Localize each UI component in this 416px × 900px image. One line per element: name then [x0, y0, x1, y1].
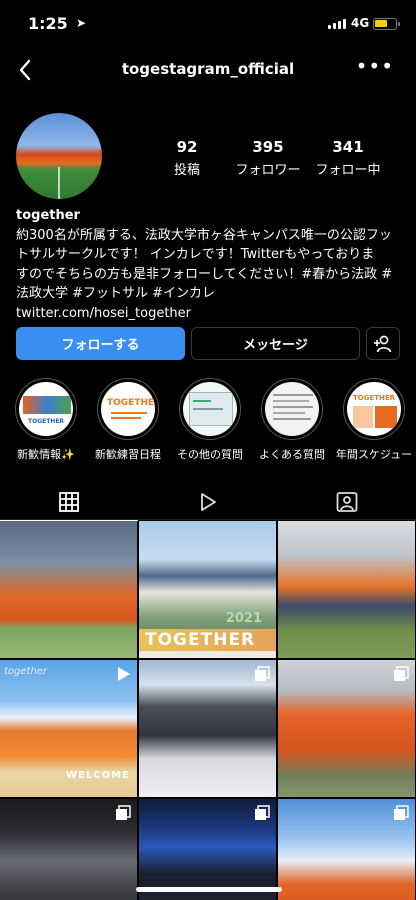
carousel-icon: [255, 666, 270, 681]
highlight-item[interactable]: その他の質問: [170, 378, 250, 462]
suggested-users-button[interactable]: [366, 327, 400, 360]
tab-reels[interactable]: [139, 484, 277, 520]
profile-bio: together 約300名が所属する、法政大学市ヶ谷キャンパス唯一の公認フッ …: [16, 206, 406, 323]
post-thumbnail[interactable]: 2021 TOGETHER: [139, 521, 276, 658]
profile-avatar[interactable]: [16, 113, 102, 199]
follow-button[interactable]: フォローする: [16, 327, 185, 360]
carousel-icon: [394, 805, 409, 820]
stat-following[interactable]: 341 フォロー中: [312, 138, 384, 178]
location-arrow-icon: ➤: [76, 16, 87, 30]
bio-line-1: 約300名が所属する、法政大学市ヶ谷キャンパス唯一の公認フッ: [16, 227, 392, 243]
add-person-icon: [374, 335, 392, 352]
highlight-item[interactable]: TOGETHER 新歓練習日程: [88, 378, 168, 462]
post-thumbnail[interactable]: [278, 660, 415, 797]
highlight-item[interactable]: TOGETHER 新歓情報✨: [6, 378, 86, 462]
stat-followers[interactable]: 395 フォロワー: [228, 138, 308, 178]
grid-icon: [59, 492, 79, 512]
status-bar: 1:25 ➤ 4G: [0, 0, 416, 46]
post-thumbnail[interactable]: [0, 521, 137, 658]
post-thumbnail[interactable]: [139, 799, 276, 900]
status-time: 1:25: [28, 14, 68, 33]
signal-icon: [328, 19, 346, 29]
story-highlights: TOGETHER 新歓情報✨ TOGETHER 新歓練習日程 その他の質問 よく…: [0, 378, 416, 468]
bio-line-2: トサルサークルです！ インカレです！Twitterもやっておりま: [16, 247, 375, 262]
highlight-item[interactable]: よくある質問: [252, 378, 332, 462]
profile-tabs: [0, 484, 416, 521]
stat-posts[interactable]: 92 投稿: [160, 138, 214, 178]
post-grid: 2021 TOGETHER together WELCOME: [0, 521, 416, 900]
post-thumbnail[interactable]: [0, 799, 137, 900]
post-thumbnail[interactable]: [278, 521, 415, 658]
bio-line-4: 法政大学 #フットサル #インカレ: [16, 286, 216, 301]
carousel-icon: [394, 666, 409, 681]
reel-icon: [118, 667, 130, 681]
profile-header: togestagram_official •••: [0, 52, 416, 88]
carousel-icon: [116, 805, 131, 820]
post-thumbnail[interactable]: together WELCOME: [0, 660, 137, 797]
highlight-item[interactable]: TOGETHER 年間スケジュー: [334, 378, 414, 462]
post-thumbnail[interactable]: [139, 660, 276, 797]
home-indicator: [136, 887, 282, 892]
tab-tagged[interactable]: [278, 484, 416, 520]
profile-name: together: [16, 208, 80, 223]
message-button[interactable]: メッセージ: [191, 327, 360, 360]
network-type: 4G: [351, 16, 370, 30]
post-thumbnail[interactable]: [278, 799, 415, 900]
battery-icon: [373, 18, 400, 30]
bio-line-3: すのでそちらの方も是非フォローしてください！#春から法政 #: [16, 266, 393, 282]
play-icon: [201, 493, 216, 511]
more-options-icon[interactable]: •••: [356, 54, 394, 78]
profile-username: togestagram_official: [121, 60, 295, 78]
tagged-person-icon: [336, 492, 358, 512]
bio-link[interactable]: twitter.com/hosei_together: [16, 304, 406, 324]
carousel-icon: [255, 805, 270, 820]
tab-posts-grid[interactable]: [0, 484, 138, 521]
